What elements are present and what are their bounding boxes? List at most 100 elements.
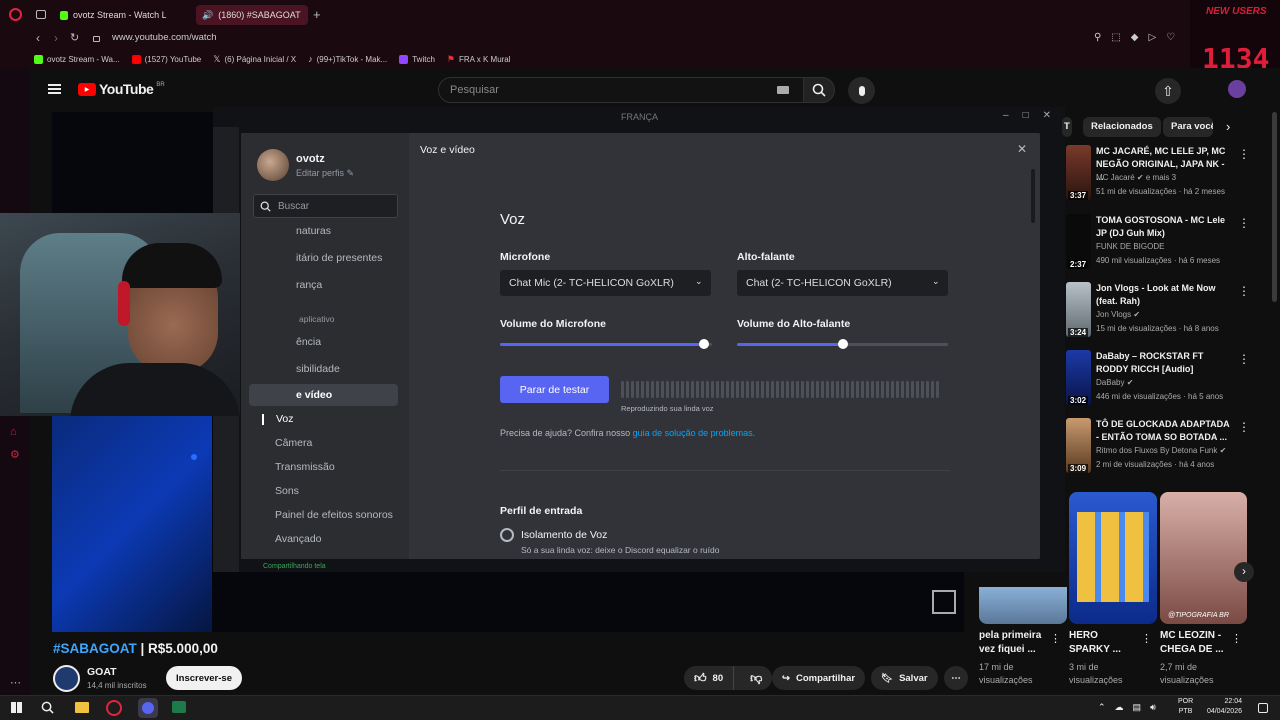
url-field[interactable]: www.youtube.com/watch: [112, 32, 217, 43]
nav-item-assinaturas[interactable]: naturas: [296, 225, 331, 237]
chevron-up-icon[interactable]: ⌃: [1098, 702, 1106, 713]
reload-icon[interactable]: ↻: [70, 31, 79, 44]
more-icon[interactable]: ⋯: [10, 676, 21, 689]
tab-manager-icon[interactable]: [36, 10, 46, 19]
dislike-button[interactable]: 👎︎: [740, 671, 772, 686]
profile-avatar[interactable]: [257, 149, 289, 181]
voice-search-button[interactable]: [848, 77, 875, 104]
discord-taskbar-icon[interactable]: [138, 698, 158, 718]
nav-sub-sons[interactable]: Sons: [275, 485, 299, 497]
mic-volume-knob[interactable]: [698, 339, 709, 349]
related-video[interactable]: 2:37 TOMA GOSTOSONA - MC Lele JP (DJ Guh…: [1066, 214, 1276, 274]
avatar[interactable]: [1228, 80, 1246, 98]
chip-partial[interactable]: T: [1062, 117, 1072, 137]
forward-icon[interactable]: ›: [54, 31, 58, 45]
voice-isolation-radio[interactable]: [500, 528, 514, 542]
short-thumbnail[interactable]: [979, 587, 1067, 624]
more-actions-icon[interactable]: ⋮: [1238, 420, 1250, 434]
create-icon[interactable]: ⇧: [1155, 78, 1181, 104]
short-thumbnail[interactable]: [1069, 492, 1157, 624]
window-close-icon[interactable]: ✕: [1043, 110, 1051, 121]
bookmark-youtube[interactable]: (1527) YouTube: [131, 54, 201, 64]
more-actions-icon[interactable]: ⋮: [1050, 632, 1061, 645]
mic-select[interactable]: Chat Mic (2- TC-HELICON GoXLR) ⌄: [500, 270, 711, 296]
speaker-icon[interactable]: 🔊: [202, 10, 213, 21]
network-icon[interactable]: ▤: [1133, 702, 1142, 713]
search-input[interactable]: Pesquisar: [438, 77, 804, 103]
opera-logo-icon[interactable]: [9, 8, 22, 21]
snapshot-icon[interactable]: ⬚: [1111, 32, 1120, 43]
nav-sub-transmissao[interactable]: Transmissão: [275, 461, 335, 473]
volume-icon[interactable]: 🔊︎: [1150, 702, 1156, 713]
related-video[interactable]: 3:37 MC JACARÉ, MC LELE JP, MC NEGÃO ORI…: [1066, 145, 1276, 205]
shorts-next-icon[interactable]: ›: [1234, 562, 1254, 582]
short-title[interactable]: MC LEOZIN - CHEGA DE ...: [1160, 629, 1226, 657]
back-icon[interactable]: ‹: [36, 31, 40, 45]
chip-relacionados[interactable]: Relacionados: [1083, 117, 1161, 137]
stop-test-button[interactable]: Parar de testar: [500, 376, 609, 403]
troubleshooting-link[interactable]: guia de solução de problemas.: [633, 428, 756, 438]
nav-sub-painel-efeitos[interactable]: Painel de efeitos sonoros: [275, 509, 393, 521]
heart-icon[interactable]: ♡: [1166, 32, 1175, 43]
nav-item-voz-e-video-active[interactable]: e vídeo: [249, 384, 398, 406]
minimize-icon[interactable]: –: [1003, 110, 1009, 121]
speaker-volume-slider[interactable]: [737, 339, 948, 349]
tab-ovotz[interactable]: ovotz Stream - Watch Live: [54, 5, 172, 25]
nav-item-acessibilidade[interactable]: sibilidade: [296, 363, 340, 375]
bookmark-fra-mural[interactable]: ⚑ FRA x K Mural: [447, 54, 511, 65]
start-icon[interactable]: [11, 702, 22, 713]
shield-icon[interactable]: ◆: [1131, 32, 1139, 43]
nav-sub-avancado[interactable]: Avançado: [275, 533, 322, 545]
notification-icon[interactable]: [1258, 703, 1268, 713]
content-scrollbar[interactable]: [1031, 169, 1035, 223]
app-taskbar-icon[interactable]: [172, 701, 186, 713]
settings-icon[interactable]: ⚙: [10, 448, 20, 461]
play-icon[interactable]: ▷: [1148, 32, 1156, 43]
nav-item-seguranca[interactable]: rança: [296, 279, 322, 291]
chevron-right-icon[interactable]: ›: [1226, 119, 1230, 134]
search-button[interactable]: [803, 77, 835, 103]
speaker-select[interactable]: Chat (2- TC-HELICON GoXLR) ⌄: [737, 270, 948, 296]
more-actions-icon[interactable]: ⋮: [1238, 216, 1250, 230]
save-button[interactable]: 🔖︎ Salvar: [871, 666, 938, 690]
keyboard-icon[interactable]: [777, 86, 789, 94]
edit-profile-link[interactable]: Editar perfis ✎: [296, 168, 354, 179]
short-title[interactable]: HERO SPARKY ...: [1069, 629, 1129, 657]
short-thumbnail[interactable]: @TIPOGRAFIA BR: [1160, 492, 1247, 624]
file-explorer-icon[interactable]: [75, 702, 89, 713]
opera-taskbar-icon[interactable]: [106, 700, 122, 716]
related-video[interactable]: 3:02 DaBaby – ROCKSTAR FT RODDY RICCH [A…: [1066, 350, 1276, 410]
chip-para-voce[interactable]: Para você: [1163, 117, 1213, 137]
mic-volume-slider[interactable]: [500, 339, 712, 349]
short-title[interactable]: pela primeira vez fiquei ...: [979, 629, 1045, 657]
nav-item-aparencia[interactable]: ência: [296, 336, 321, 348]
speaker-volume-knob[interactable]: [837, 339, 848, 349]
search-icon[interactable]: [41, 701, 54, 714]
youtube-logo[interactable]: ▶ YouTube BR: [78, 81, 165, 97]
hashtag-link[interactable]: #SABAGOAT: [53, 641, 137, 656]
nav-item-inventario-presentes[interactable]: itário de presentes: [296, 252, 382, 264]
channel-avatar[interactable]: [53, 665, 80, 692]
more-actions-icon[interactable]: ⋮: [1231, 632, 1242, 645]
tab-youtube-active[interactable]: 🔊 (1860) #SABAGOAT | R: [196, 5, 308, 25]
bookmark-x[interactable]: 𝕏 (6) Página Inicial / X: [213, 54, 296, 65]
nav-sub-voz[interactable]: Voz: [276, 413, 294, 425]
new-tab-button[interactable]: +: [313, 7, 321, 22]
close-settings-icon[interactable]: ✕: [1017, 142, 1027, 156]
sidebar-app-icon[interactable]: ⌂: [10, 426, 17, 438]
related-video[interactable]: 3:24 Jon Vlogs - Look at Me Now (feat. R…: [1066, 282, 1276, 342]
voice-isolation-label[interactable]: Isolamento de Voz: [521, 529, 607, 541]
language-indicator[interactable]: POR PTB: [1178, 697, 1193, 717]
settings-search-input[interactable]: Buscar: [253, 194, 398, 218]
maximize-icon[interactable]: □: [1023, 110, 1029, 121]
channel-name[interactable]: GOAT: [87, 666, 117, 678]
bookmark-ovotz[interactable]: ovotz Stream - Wa...: [34, 54, 120, 64]
like-button[interactable]: 👍︎ 80: [684, 666, 735, 690]
more-actions-icon[interactable]: ⋮: [1238, 352, 1250, 366]
bookmark-tiktok[interactable]: ♪ (99+)TikTok - Mak...: [308, 54, 387, 64]
more-actions-icon[interactable]: ⋮: [1238, 284, 1250, 298]
subscribe-button[interactable]: Inscrever-se: [166, 666, 242, 690]
pin-icon[interactable]: ⚲: [1094, 32, 1101, 43]
nav-sub-camera[interactable]: Câmera: [275, 437, 312, 449]
more-actions-icon[interactable]: ⋮: [1141, 632, 1152, 645]
